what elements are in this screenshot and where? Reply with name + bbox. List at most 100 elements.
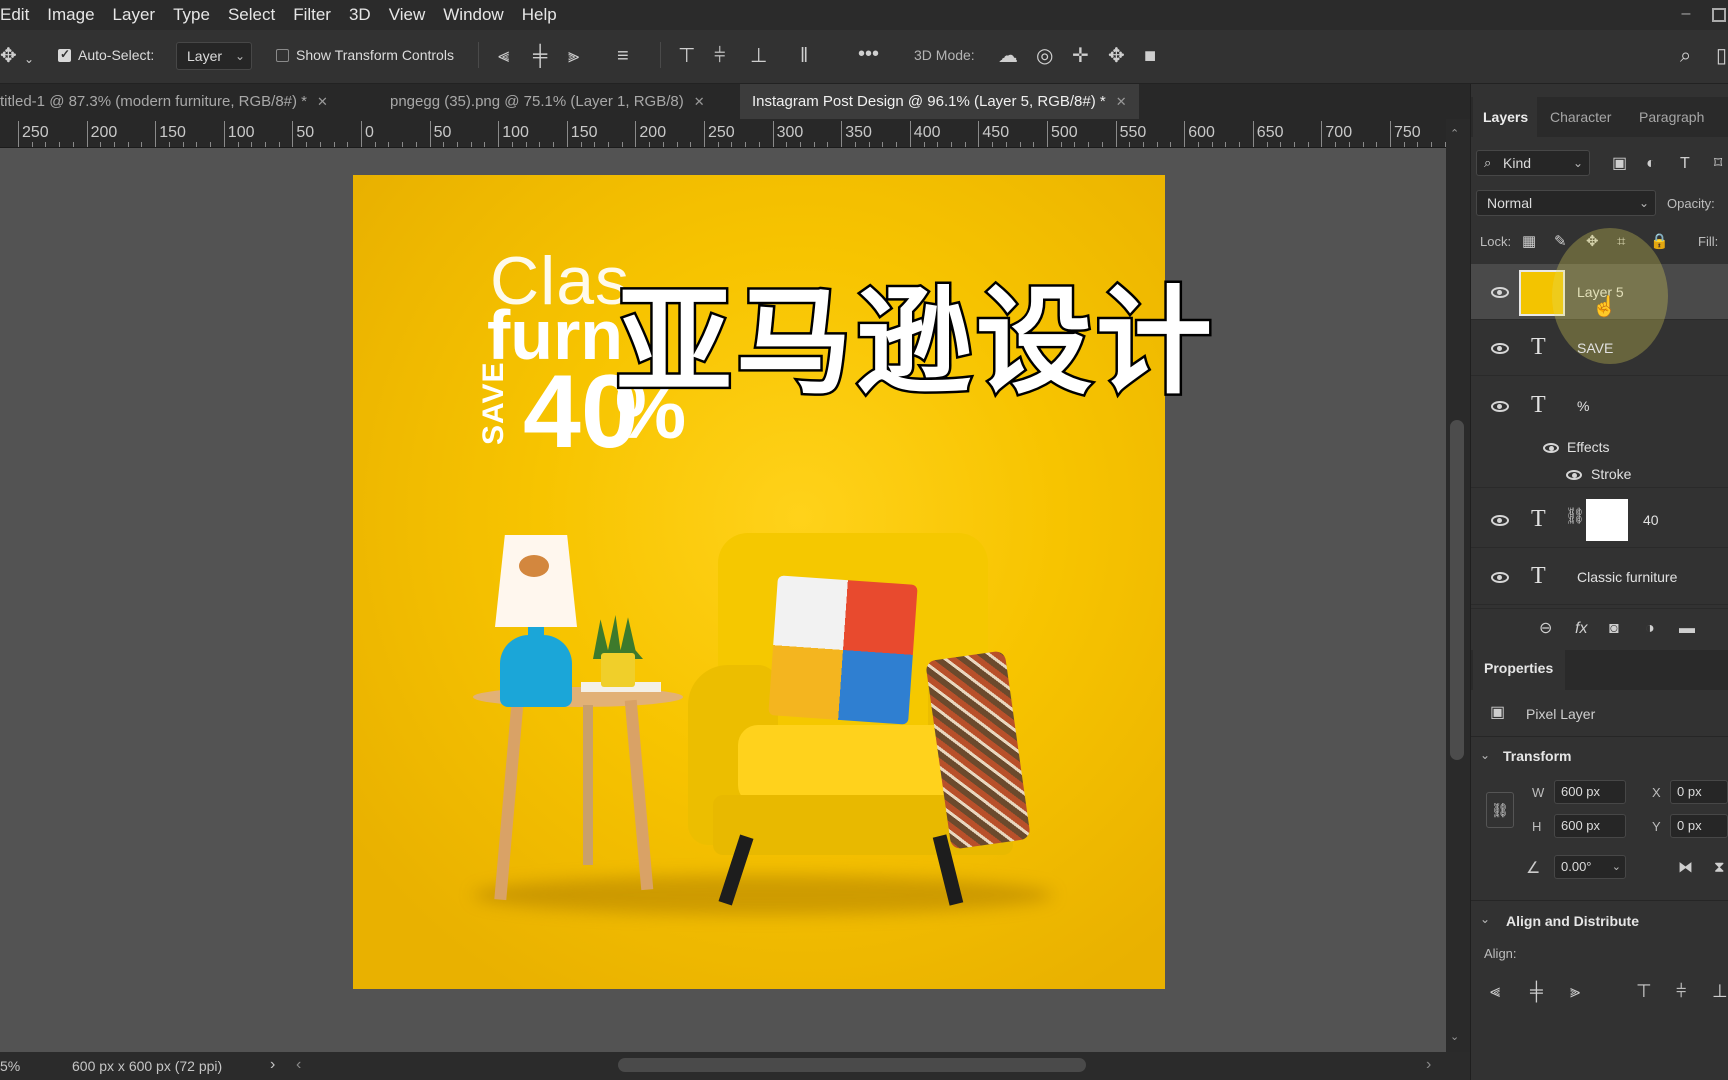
menu-window[interactable]: Window (434, 5, 512, 25)
move-tool-icon[interactable]: ✥ (0, 46, 17, 66)
align-vcenter-icon[interactable]: ⫩ (714, 46, 725, 66)
filter-adjustment-icon[interactable]: ◐ (1646, 154, 1656, 174)
align-top-edges-icon[interactable]: ⊤ (1636, 981, 1652, 1001)
horizontal-ruler[interactable]: 250 200 150 100 50 0 50 100 150 200 250 300 350 400 45… (0, 119, 1448, 148)
layer-mask-thumbnail[interactable] (1586, 499, 1628, 541)
3d-orbit-icon[interactable]: ☁ (998, 46, 1018, 66)
menu-help[interactable]: Help (513, 5, 566, 25)
zoom-level[interactable]: 5% (0, 1058, 20, 1074)
menu-select[interactable]: Select (219, 5, 284, 25)
align-right-icon[interactable]: ⫸ (568, 46, 579, 66)
align-hcenter-icon[interactable]: ╪ (533, 46, 547, 66)
vertical-scroll-thumb[interactable] (1450, 420, 1464, 760)
minimize-icon[interactable]: – (1678, 6, 1694, 22)
menu-type[interactable]: Type (164, 5, 219, 25)
tab-untitled-1[interactable]: titled-1 @ 87.3% (modern furniture, RGB/… (0, 84, 340, 119)
layer-row-save[interactable]: T SAVE (1471, 320, 1728, 376)
align-left-icon[interactable]: ⫷ (498, 46, 509, 66)
align-left-edges-icon[interactable]: ⫷ (1490, 981, 1500, 1001)
tab-instagram-post-design[interactable]: Instagram Post Design @ 96.1% (Layer 5, … (740, 84, 1139, 119)
angle-field[interactable]: 0.00° ⌄ (1554, 855, 1626, 879)
maximize-icon[interactable] (1712, 8, 1726, 22)
tab-character[interactable]: Character (1550, 97, 1611, 137)
layer-name[interactable]: 40 (1643, 512, 1659, 528)
collapse-chevron-icon[interactable]: ⌄ (1480, 912, 1490, 926)
link-icon[interactable]: ⛓ (1565, 506, 1585, 526)
filter-kind-dropdown[interactable]: ⌕ Kind ⌄ (1476, 150, 1590, 176)
scroll-left-icon[interactable]: ‹ (296, 1056, 301, 1074)
menu-layer[interactable]: Layer (104, 5, 165, 25)
link-dimensions-icon[interactable]: ⛓ (1486, 792, 1514, 828)
link-layers-icon[interactable]: ⊖ (1539, 619, 1552, 639)
close-icon[interactable]: ✕ (694, 94, 705, 109)
status-menu-chevron-icon[interactable]: › (270, 1056, 275, 1074)
adjustment-layer-icon[interactable]: ◑ (1645, 619, 1655, 639)
lock-all-icon[interactable]: 🔒 (1650, 232, 1669, 252)
scroll-down-icon[interactable]: ⌄ (1450, 1030, 1459, 1043)
width-field[interactable]: 600 px (1554, 780, 1626, 804)
tab-layers[interactable]: Layers (1483, 97, 1528, 137)
lock-paint-icon[interactable]: ✎ (1554, 232, 1567, 252)
distribute-icon[interactable]: ≡ (617, 46, 629, 66)
layer-name[interactable]: % (1577, 398, 1589, 414)
fx-icon[interactable]: fx (1575, 619, 1587, 639)
tab-paragraph[interactable]: Paragraph (1639, 97, 1704, 137)
x-field[interactable]: 0 px (1670, 780, 1728, 804)
visibility-eye-icon[interactable] (1491, 515, 1509, 526)
layer-name[interactable]: SAVE (1577, 340, 1613, 356)
menu-filter[interactable]: Filter (284, 5, 340, 25)
flip-vertical-icon[interactable]: ⧗ (1714, 858, 1725, 878)
visibility-eye-icon[interactable] (1491, 287, 1509, 298)
visibility-eye-icon[interactable] (1491, 572, 1509, 583)
align-right-edges-icon[interactable]: ⫸ (1570, 981, 1580, 1001)
document-info[interactable]: 600 px x 600 px (72 ppi) (72, 1058, 222, 1074)
add-mask-icon[interactable]: ◙ (1609, 619, 1619, 639)
filter-shape-icon[interactable]: ⌑ (1714, 154, 1722, 174)
menu-view[interactable]: View (380, 5, 435, 25)
tab-pngegg[interactable]: pngegg (35).png @ 75.1% (Layer 1, RGB/8)… (378, 84, 717, 119)
blend-mode-dropdown[interactable]: Normal ⌄ (1476, 190, 1656, 216)
scroll-right-icon[interactable]: › (1426, 1056, 1431, 1074)
tool-preset-chevron-icon[interactable]: ⌄ (24, 49, 34, 69)
3d-pan-icon[interactable]: ✛ (1072, 46, 1089, 66)
distribute-vertical-icon[interactable]: ‖ (800, 46, 808, 66)
search-icon[interactable]: ⌕ (1680, 46, 1691, 66)
filter-type-icon[interactable]: T (1680, 154, 1690, 174)
horizontal-scroll-thumb[interactable] (618, 1058, 1086, 1072)
layer-row-40[interactable]: T ⛓ 40 (1471, 492, 1728, 548)
auto-select-target-dropdown[interactable]: Layer ⌄ (176, 42, 252, 70)
lock-transparency-icon[interactable]: ▦ (1522, 232, 1536, 252)
3d-camera-icon[interactable]: ■ (1144, 46, 1156, 66)
scroll-up-icon[interactable]: ⌃ (1450, 127, 1459, 140)
visibility-eye-icon[interactable] (1491, 343, 1509, 354)
align-top-icon[interactable]: ⊤ (678, 46, 695, 66)
layer-row-percent[interactable]: T % Effects Stroke (1471, 378, 1728, 488)
more-options-icon[interactable]: ••• (858, 44, 879, 64)
3d-roll-icon[interactable]: ◎ (1036, 46, 1053, 66)
3d-slide-icon[interactable]: ✥ (1108, 46, 1125, 66)
align-distribute-title[interactable]: Align and Distribute (1506, 913, 1639, 929)
flip-horizontal-icon[interactable]: ⧓ (1678, 858, 1693, 878)
align-vertical-centers-icon[interactable]: ⫩ (1676, 981, 1686, 1001)
effects-eye-icon[interactable] (1543, 443, 1559, 453)
layer-row-classic-furniture[interactable]: T Classic furniture (1471, 549, 1728, 605)
layer-name[interactable]: Classic furniture (1577, 569, 1677, 585)
properties-title[interactable]: Properties (1484, 660, 1553, 676)
filter-pixel-icon[interactable]: ▣ (1612, 154, 1627, 174)
visibility-eye-icon[interactable] (1491, 401, 1509, 412)
workspace-icon[interactable]: ▯ (1716, 46, 1727, 66)
menu-edit[interactable]: Edit (0, 5, 38, 25)
collapse-chevron-icon[interactable]: ⌄ (1480, 748, 1490, 762)
align-bottom-icon[interactable]: ⊥ (750, 46, 767, 66)
align-bottom-edges-icon[interactable]: ⊥ (1712, 981, 1728, 1001)
show-transform-checkbox[interactable] (276, 49, 289, 62)
transform-title[interactable]: Transform (1503, 748, 1571, 764)
auto-select-checkbox[interactable] (58, 47, 71, 62)
align-horizontal-centers-icon[interactable]: ╪ (1530, 981, 1543, 1001)
new-group-icon[interactable]: ▬ (1679, 619, 1695, 639)
close-icon[interactable]: ✕ (1116, 94, 1127, 109)
menu-3d[interactable]: 3D (340, 5, 380, 25)
height-field[interactable]: 600 px (1554, 814, 1626, 838)
menu-image[interactable]: Image (38, 5, 103, 25)
close-icon[interactable]: ✕ (317, 94, 328, 109)
